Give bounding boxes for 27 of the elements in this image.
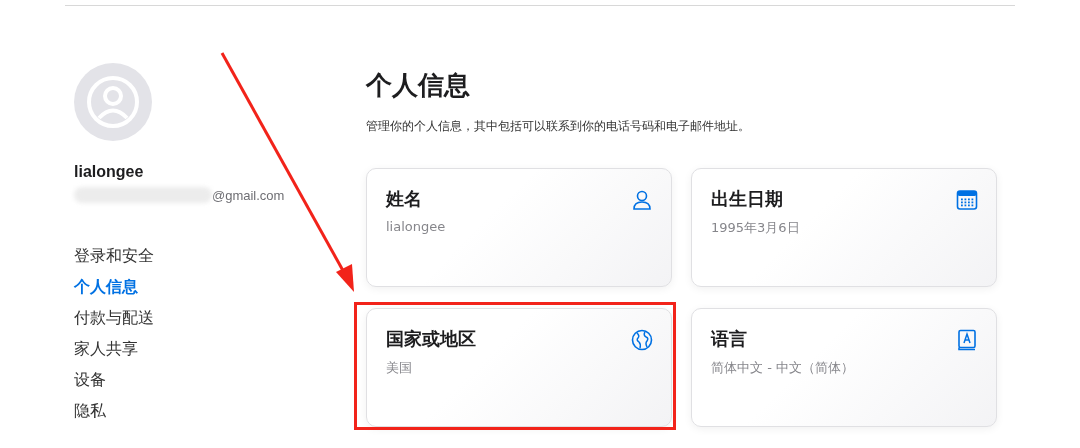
nav-link[interactable]: 设备 [74, 369, 106, 391]
info-card[interactable]: 语言 简体中文 - 中文（简体） [691, 308, 997, 427]
nav-link[interactable]: 个人信息 [74, 276, 138, 298]
book-icon [956, 329, 978, 351]
username: lialongee [74, 163, 145, 181]
info-card[interactable]: 出生日期 1995年3月6日 [691, 168, 997, 287]
avatar-icon [74, 63, 152, 141]
card-value: 美国 [386, 359, 413, 377]
person-icon [631, 189, 653, 211]
page-description: 管理你的个人信息，其中包括可以联系到你的电话号码和电子邮件地址。 [366, 118, 751, 135]
card-value: 简体中文 - 中文（简体） [711, 359, 854, 377]
card-title: 国家或地区 [386, 327, 476, 351]
nav-link[interactable]: 登录和安全 [74, 245, 154, 267]
card-value: lialongee [386, 219, 446, 234]
calendar-icon [956, 189, 978, 211]
email-address: @gmail.com [212, 187, 285, 203]
nav-link[interactable]: 隐私 [74, 400, 106, 422]
nav-link[interactable]: 付款与配送 [74, 307, 154, 329]
card-title: 语言 [711, 327, 748, 351]
card-value: 1995年3月6日 [711, 219, 800, 237]
info-card[interactable]: 国家或地区 美国 [366, 308, 672, 427]
nav-link[interactable]: 家人共享 [74, 338, 138, 360]
globe-icon [631, 329, 653, 351]
page-title: 个人信息 [366, 69, 471, 102]
card-title: 出生日期 [711, 187, 784, 211]
card-title: 姓名 [386, 187, 423, 211]
info-card[interactable]: 姓名 lialongee [366, 168, 672, 287]
